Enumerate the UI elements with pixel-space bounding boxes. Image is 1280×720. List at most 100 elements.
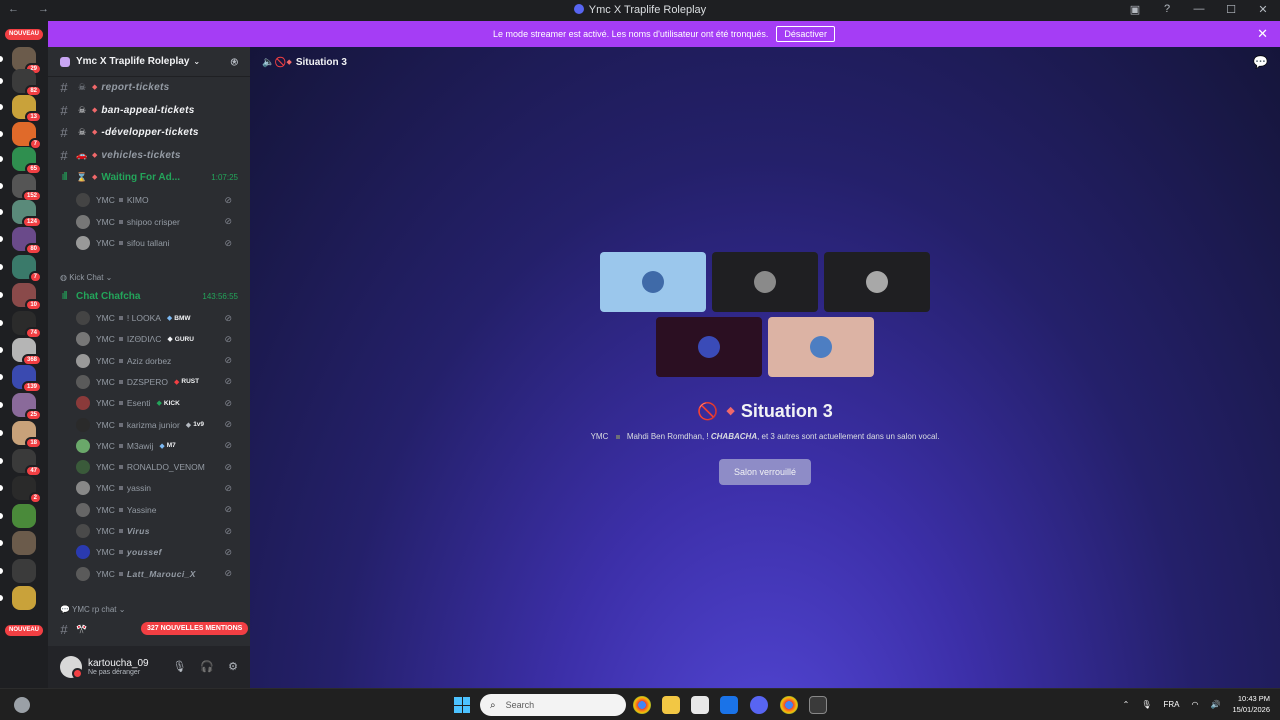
- category-ymc-rp-chat[interactable]: 💬 YMC rp chat ⌄: [60, 605, 125, 614]
- channel-report-tickets[interactable]: # ☠ ◆ report-tickets: [56, 77, 244, 97]
- microphone-icon[interactable]: 🎙: [172, 660, 186, 673]
- avatar: [76, 374, 90, 389]
- volume-icon[interactable]: 🔊: [1210, 700, 1220, 709]
- voice-timer: 1:07:25: [211, 172, 238, 182]
- voice-channel-chat-chafcha[interactable]: ıll Chat Chafcha 143:56:55: [56, 286, 244, 306]
- server-icon[interactable]: 18: [12, 421, 42, 449]
- clan-tag: M7: [166, 442, 176, 450]
- headphones-icon[interactable]: 🎧: [200, 660, 214, 673]
- voice-user[interactable]: YMC karizma junior ◆ 1v9 ⊘: [76, 415, 242, 435]
- server-icon[interactable]: 368: [12, 338, 42, 366]
- help-icon[interactable]: ?: [1160, 3, 1174, 16]
- server-icon[interactable]: 29: [12, 47, 42, 75]
- locked-channel-button[interactable]: Salon verrouillé: [719, 459, 811, 485]
- maximize-button[interactable]: ☐: [1224, 3, 1238, 16]
- server-icon[interactable]: [12, 531, 36, 555]
- voice-channel-label: Chat Chafcha: [76, 290, 141, 302]
- clan-tag: KICK: [163, 399, 180, 407]
- language-indicator[interactable]: FRA: [1164, 700, 1180, 709]
- disable-streamer-button[interactable]: Désactiver: [776, 26, 835, 42]
- participant-tile-4[interactable]: [656, 317, 762, 377]
- server-icon[interactable]: 7: [12, 255, 42, 283]
- inbox-icon[interactable]: ▣: [1128, 3, 1142, 16]
- category-kick-chat[interactable]: ◍ Kick Chat ⌄: [60, 273, 112, 282]
- mention-badge: 80: [25, 243, 42, 255]
- user-prefix: YMC: [96, 526, 115, 536]
- server-icon[interactable]: 124: [12, 200, 42, 228]
- server-icon[interactable]: [12, 559, 36, 583]
- mail-icon[interactable]: [720, 696, 738, 714]
- hourglass-icon: ⌛: [76, 171, 88, 182]
- server-icon[interactable]: 2: [12, 476, 42, 504]
- clock[interactable]: 10:43 PM 15/01/2026: [1232, 693, 1270, 715]
- server-icon[interactable]: 47: [12, 449, 42, 477]
- voice-user[interactable]: YMC Esenti ◆ KICK ⊘: [76, 393, 242, 413]
- participant-tile-2[interactable]: [712, 252, 818, 312]
- server-icon[interactable]: 74: [12, 311, 42, 339]
- voice-user[interactable]: YMC sifou tallani ⊘: [76, 233, 242, 253]
- voice-user[interactable]: YMC KIMO ⊘: [76, 190, 242, 210]
- avatar[interactable]: [60, 656, 83, 679]
- voice-user[interactable]: YMC Latt_Marouci_X ⊘: [76, 564, 242, 584]
- chat-bubble-icon[interactable]: 💬: [1253, 55, 1268, 69]
- server-header[interactable]: Ymc X Traplife Roleplay ⌄ ⍟: [48, 47, 250, 77]
- voice-user[interactable]: YMC Aziz dorbez ⊘: [76, 351, 242, 371]
- gear-icon[interactable]: ⚙: [228, 660, 238, 673]
- server-icon[interactable]: 7: [12, 122, 42, 150]
- user-prefix: YMC: [96, 216, 115, 227]
- server-icon[interactable]: 152: [12, 174, 42, 202]
- file-explorer-icon[interactable]: [662, 696, 680, 714]
- channel-developper-tickets[interactable]: # ☠ ◆ -développer-tickets: [56, 122, 244, 142]
- add-member-icon[interactable]: ⍟: [231, 55, 238, 70]
- close-button[interactable]: ✕: [1256, 3, 1270, 16]
- participant-tile-5[interactable]: [768, 317, 874, 377]
- diamond-icon: ◆: [92, 174, 98, 181]
- server-icon[interactable]: [12, 586, 36, 610]
- unread-indicator: [0, 458, 3, 464]
- server-icon[interactable]: 139: [12, 365, 42, 393]
- no-entry-icon: 🚫: [697, 402, 719, 421]
- participant-tile-1[interactable]: [600, 252, 706, 312]
- deafened-icon: ⊘: [224, 482, 232, 493]
- windows-start-icon[interactable]: [454, 697, 470, 713]
- voice-user[interactable]: YMC DZSPERO ◆ RUST ⊘: [76, 372, 242, 392]
- channel-vehicles-tickets[interactable]: # 🚗 ◆ vehicles-tickets: [56, 145, 244, 165]
- microphone-icon[interactable]: 🎙: [1141, 700, 1151, 709]
- chrome-profile-icon[interactable]: [780, 696, 798, 714]
- voice-user[interactable]: YMC yassin ⊘: [76, 478, 242, 498]
- unread-indicator: [0, 131, 3, 137]
- chrome-icon[interactable]: [633, 696, 651, 714]
- minimize-button[interactable]: —: [1192, 3, 1206, 16]
- channel-ban-appeal-tickets[interactable]: # ☠ ◆ ban-appeal-tickets: [56, 100, 244, 120]
- weather-widget-icon[interactable]: [14, 697, 30, 713]
- server-icon[interactable]: 10: [12, 283, 42, 311]
- voice-user[interactable]: YMC M3awij ◆ M7 ⊘: [76, 436, 242, 456]
- channel-header: 🔈 ⃠ ◆ Situation 3 💬: [250, 47, 1280, 77]
- voice-user[interactable]: YMC ! LOOKA ◆ BMW ⊘: [76, 308, 242, 328]
- store-icon[interactable]: [691, 696, 709, 714]
- voice-user[interactable]: YMC RONALDO_VENOM ⊘: [76, 457, 242, 477]
- wifi-icon[interactable]: ◠: [1192, 700, 1199, 709]
- discord-taskbar-icon[interactable]: [750, 696, 768, 714]
- voice-user[interactable]: YMC Yassine ⊘: [76, 500, 242, 520]
- server-icon[interactable]: 80: [12, 227, 42, 255]
- server-icon[interactable]: 65: [12, 147, 42, 175]
- voice-channel-waiting[interactable]: ıll ⌛ ◆ Waiting For Ad... 1:07:25: [56, 167, 244, 187]
- channel-title: Situation 3: [295, 56, 347, 68]
- server-icon[interactable]: 82: [12, 69, 42, 97]
- window-titlebar: ← → Ymc X Traplife Roleplay ▣ ? — ☐ ✕: [0, 0, 1280, 21]
- chevron-up-icon[interactable]: ⌃: [1123, 700, 1130, 709]
- close-icon[interactable]: ✕: [1257, 26, 1268, 42]
- server-icon[interactable]: 25: [12, 393, 42, 421]
- taskbar-search[interactable]: ⌕ Search: [480, 694, 626, 716]
- voice-user[interactable]: YMC shipoo crisper ⊘: [76, 212, 242, 232]
- user-prefix: YMC: [96, 462, 115, 473]
- server-icon[interactable]: [12, 504, 36, 528]
- voice-user[interactable]: YMC Virus ⊘: [76, 521, 242, 541]
- server-icon[interactable]: 13: [12, 95, 42, 123]
- new-mentions-pill[interactable]: 327 NOUVELLES MENTIONS: [141, 622, 249, 635]
- voice-user[interactable]: YMC IZΘDIΛC ◆ GURU ⊘: [76, 329, 242, 349]
- voice-user[interactable]: YMC youssef ⊘: [76, 542, 242, 562]
- obs-icon[interactable]: [809, 696, 827, 714]
- participant-tile-3[interactable]: [824, 252, 930, 312]
